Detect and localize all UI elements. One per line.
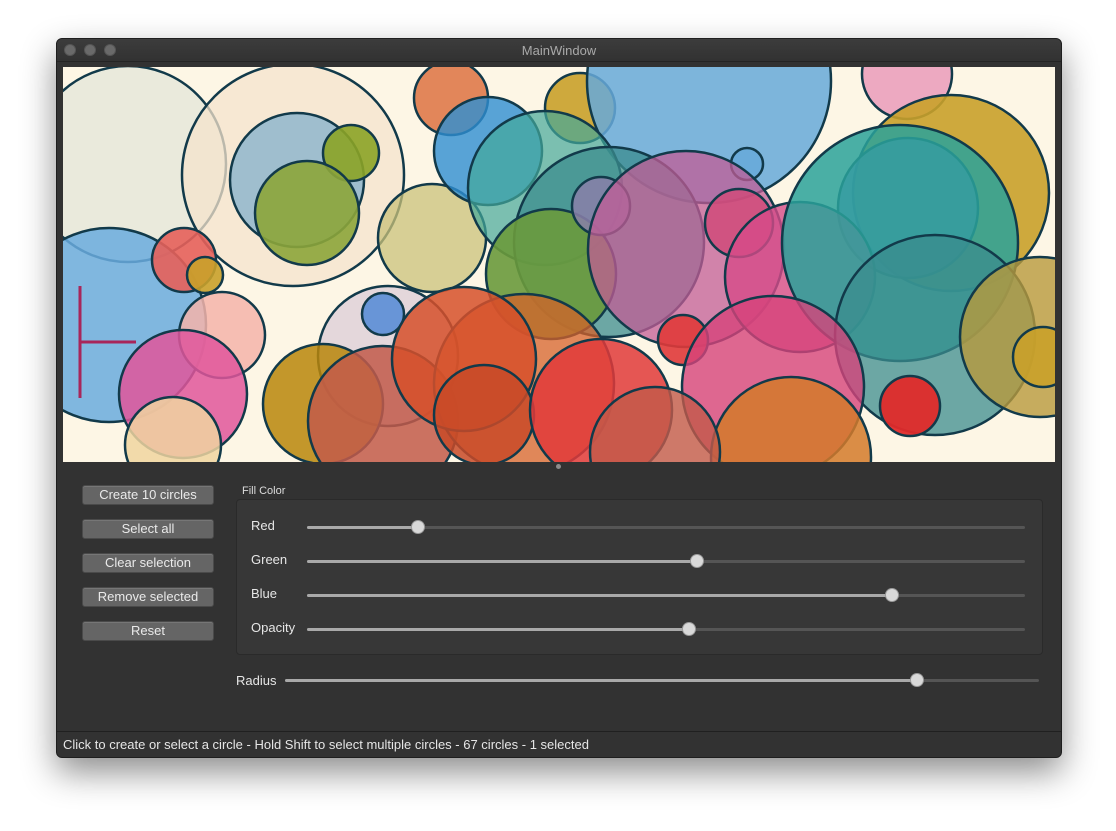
- green-slider-handle[interactable]: [689, 554, 704, 568]
- opacity-slider-fill: [307, 628, 689, 631]
- opacity-slider-handle[interactable]: [681, 622, 696, 636]
- blue-slider-fill: [307, 594, 893, 597]
- status-bar: Click to create or select a circle - Hol…: [57, 731, 1061, 757]
- fill-color-group-title: Fill Color: [242, 485, 286, 497]
- splitter-handle[interactable]: [556, 464, 561, 469]
- radius-slider-fill: [285, 679, 917, 682]
- fill-color-group: Red Green Blue Opacity: [236, 499, 1043, 655]
- circle-drawing[interactable]: [63, 67, 1055, 462]
- circle-canvas[interactable]: [63, 67, 1055, 462]
- radius-slider-handle[interactable]: [909, 673, 924, 687]
- opacity-label: Opacity: [251, 620, 296, 635]
- radius-label: Radius: [236, 673, 277, 688]
- red-slider-fill: [307, 526, 419, 529]
- green-slider-fill: [307, 560, 697, 563]
- circle-14[interactable]: [185, 255, 225, 295]
- blue-slider[interactable]: [307, 588, 1025, 602]
- circle-32[interactable]: [878, 374, 942, 438]
- create-10-circles-button[interactable]: Create 10 circles: [82, 485, 214, 505]
- window-title: MainWindow: [521, 43, 597, 58]
- select-all-button[interactable]: Select all: [82, 519, 214, 539]
- reset-button[interactable]: Reset: [82, 621, 214, 641]
- opacity-slider[interactable]: [307, 622, 1025, 636]
- blue-slider-handle[interactable]: [885, 588, 900, 602]
- status-text: Click to create or select a circle - Hol…: [63, 737, 589, 752]
- circle-39[interactable]: [432, 363, 536, 462]
- red-label: Red: [251, 518, 275, 533]
- blue-label: Blue: [251, 586, 278, 601]
- green-slider[interactable]: [307, 554, 1025, 568]
- title-bar: MainWindow: [57, 39, 1061, 62]
- circle-5[interactable]: [253, 159, 361, 267]
- green-label: Green: [251, 552, 288, 567]
- red-slider[interactable]: [307, 520, 1025, 534]
- remove-selected-button[interactable]: Remove selected: [82, 587, 214, 607]
- radius-slider[interactable]: [285, 673, 1039, 687]
- main-window: MainWindow Create 10 circles Select all …: [56, 38, 1062, 758]
- clear-selection-button[interactable]: Clear selection: [82, 553, 214, 573]
- red-slider-handle[interactable]: [411, 520, 426, 534]
